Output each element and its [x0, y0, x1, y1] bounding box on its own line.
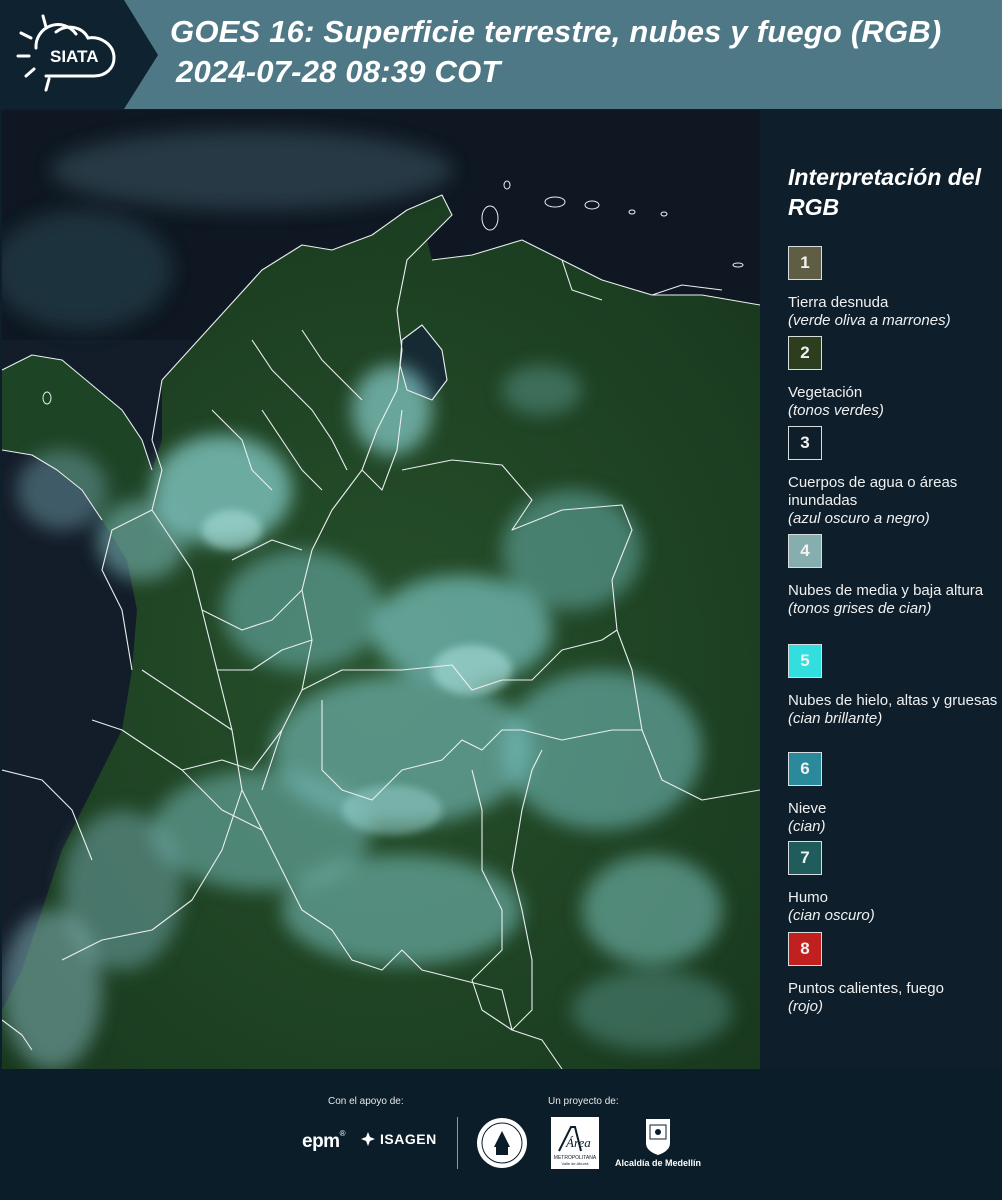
legend-item-low-clouds: 4 Nubes de media y baja altura (tonos gr…: [788, 534, 998, 618]
legend-item-water: 3 Cuerpos de agua o áreas inundadas (azu…: [788, 426, 998, 528]
isagen-logo: ISAGEN: [360, 1131, 437, 1147]
isagen-logo-text: ISAGEN: [380, 1131, 437, 1147]
legend-item-smoke: 7 Humo (cian oscuro): [788, 841, 998, 925]
legend-sublabel: (tonos verdes): [788, 402, 884, 419]
legend-label: Nieve: [788, 800, 827, 817]
legend-sublabel: (rojo): [788, 998, 824, 1015]
legend-title: Interpretación del RGB: [788, 164, 981, 220]
page-title: GOES 16: Superficie terrestre, nubes y f…: [170, 14, 942, 49]
area-logo-sub2: Valle de Aburrá: [561, 1161, 589, 1166]
legend-swatch: 6: [788, 752, 822, 786]
legend-label: Tierra desnuda: [788, 294, 889, 311]
legend-label: Nubes de media y baja altura: [788, 582, 984, 599]
legend-sublabel: (azul oscuro a negro): [788, 510, 930, 527]
legend-swatch: 3: [788, 426, 822, 460]
alcaldia-logo-text: Alcaldía de Medellín: [614, 1158, 702, 1168]
legend-sublabel: (cian brillante): [788, 710, 883, 727]
legend-label: Puntos calientes, fuego: [788, 980, 944, 997]
legend-item-ice-clouds: 5 Nubes de hielo, altas y gruesas (cian …: [788, 644, 998, 728]
project-label: Un proyecto de:: [548, 1096, 619, 1107]
isagen-mark-icon: [361, 1132, 375, 1146]
image-datetime: 2024-07-28 08:39 COT: [176, 54, 501, 89]
footer-bar: Con el apoyo de: Un proyecto de: epm® IS…: [0, 1069, 1002, 1200]
legend-swatch: 2: [788, 336, 822, 370]
legend-swatch: 5: [788, 644, 822, 678]
legend-swatch: 1: [788, 246, 822, 280]
siata-logo-text: SIATA: [50, 47, 98, 66]
legend-label: Vegetación: [788, 384, 863, 401]
satellite-map: [2, 110, 760, 1069]
medellin-shield-icon: [646, 1119, 670, 1155]
legend-label: Cuerpos de agua o áreas inundadas: [788, 474, 958, 509]
support-label: Con el apoyo de:: [328, 1096, 404, 1107]
legend-item-snow: 6 Nieve (cian): [788, 752, 998, 836]
legend-label: Humo: [788, 889, 829, 906]
legend-item-fire: 8 Puntos calientes, fuego (rojo): [788, 932, 998, 1016]
legend-swatch: 7: [788, 841, 822, 875]
epm-logo: epm®: [302, 1129, 346, 1153]
satellite-map-image: [2, 110, 760, 1069]
legend-sublabel: (tonos grises de cian): [788, 600, 932, 617]
university-seal-logo: [476, 1117, 528, 1174]
legend-sublabel: (verde oliva a marrones): [788, 312, 951, 329]
legend-sublabel: (cian oscuro): [788, 907, 875, 924]
siata-logo: SIATA: [0, 0, 160, 109]
header-bar: SIATA GOES 16: Superficie terrestre, nub…: [0, 0, 1002, 109]
legend-label: Nubes de hielo, altas y gruesas: [788, 692, 998, 709]
legend-item-vegetation: 2 Vegetación (tonos verdes): [788, 336, 998, 420]
area-logo-text: Área: [565, 1135, 591, 1150]
epm-logo-text: epm: [302, 1131, 340, 1152]
area-metropolitana-logo: Área METROPOLITANA Valle de Aburrá: [551, 1117, 599, 1169]
legend-swatch: 8: [788, 932, 822, 966]
alcaldia-logo: Alcaldía de Medellín: [612, 1117, 704, 1168]
legend-panel: Interpretación del RGB 1 Tierra desnuda …: [760, 110, 1002, 1069]
legend-item-bare-soil: 1 Tierra desnuda (verde oliva a marrones…: [788, 246, 998, 330]
footer-divider: [457, 1117, 458, 1169]
legend-sublabel: (cian): [788, 818, 826, 835]
epm-logo-mark: ®: [339, 1129, 346, 1138]
legend-swatch: 4: [788, 534, 822, 568]
